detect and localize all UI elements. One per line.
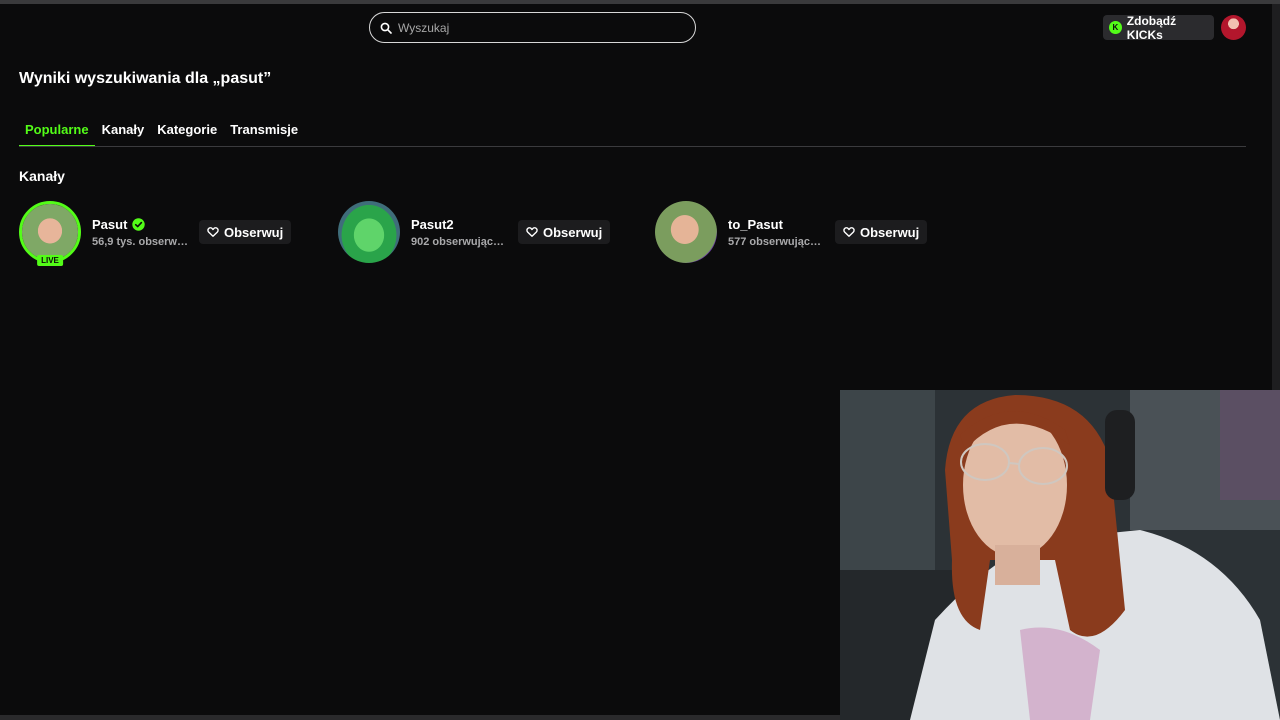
search-icon [380,22,392,34]
user-avatar[interactable] [1221,15,1246,40]
get-kicks-label: Zdobądź KICKs [1126,13,1177,42]
verified-badge-icon [132,217,146,231]
webcam-image [840,390,1280,720]
channel-card-to-pasut[interactable]: to_Pasut 577 obserwujących Obserwuj [655,201,928,263]
bottom-bar [0,715,840,720]
channel-avatar[interactable]: LIVE [19,201,81,266]
follow-button[interactable]: Obserwuj [199,220,292,244]
channel-name[interactable]: to_Pasut [728,217,783,232]
channel-info: Pasut2 902 obserwujących [411,217,507,248]
follow-button[interactable]: Obserwuj [518,220,611,244]
tabs-divider [19,146,1246,147]
channel-name[interactable]: Pasut2 [411,217,454,232]
follow-button[interactable]: Obserwuj [835,220,928,244]
heart-icon [843,227,855,237]
live-badge: LIVE [37,255,63,266]
get-kicks-button[interactable]: K Zdobądź KICKs [1103,13,1214,42]
tab-streams[interactable]: Transmisje [224,118,304,147]
search-input[interactable] [398,20,678,35]
channel-avatar[interactable] [655,201,717,263]
channel-card-pasut[interactable]: LIVE Pasut 56,9 tys. obserwujących Obser… [19,201,292,266]
tab-popular[interactable]: Popularne [19,118,95,147]
heart-icon [207,227,219,237]
webcam-overlay [840,390,1280,720]
channel-followers: 56,9 tys. obserwujących [92,235,188,248]
follow-label: Obserwuj [224,224,284,240]
search-bar[interactable] [369,12,696,43]
channel-name-row: Pasut2 [411,217,507,232]
browser-top-bar [0,0,1280,4]
channel-name-row: to_Pasut [728,217,824,232]
channel-avatar[interactable] [338,201,400,263]
channel-followers: 902 obserwujących [411,235,507,248]
follow-label: Obserwuj [543,224,603,240]
channel-name-row: Pasut [92,217,188,232]
channel-info: Pasut 56,9 tys. obserwujących [92,217,188,248]
channel-info: to_Pasut 577 obserwujących [728,217,824,248]
results-tabs: Popularne Kanały Kategorie Transmisje [19,118,305,147]
tab-channels[interactable]: Kanały [96,118,151,147]
kick-search-page: K Zdobądź KICKs Wyniki wyszukiwania dla … [0,0,1280,720]
page-title: Wyniki wyszukiwania dla „pasut” [19,70,272,87]
tab-categories[interactable]: Kategorie [151,118,223,147]
heart-icon [526,227,538,237]
channel-card-pasut2[interactable]: Pasut2 902 obserwujących Obserwuj [338,201,611,263]
channels-section-title: Kanały [19,168,65,184]
follow-label: Obserwuj [860,224,920,240]
scrollbar[interactable] [1272,4,1280,390]
kick-logo-icon: K [1109,21,1122,34]
channel-followers: 577 obserwujących [728,235,824,248]
channel-name[interactable]: Pasut [92,217,127,232]
